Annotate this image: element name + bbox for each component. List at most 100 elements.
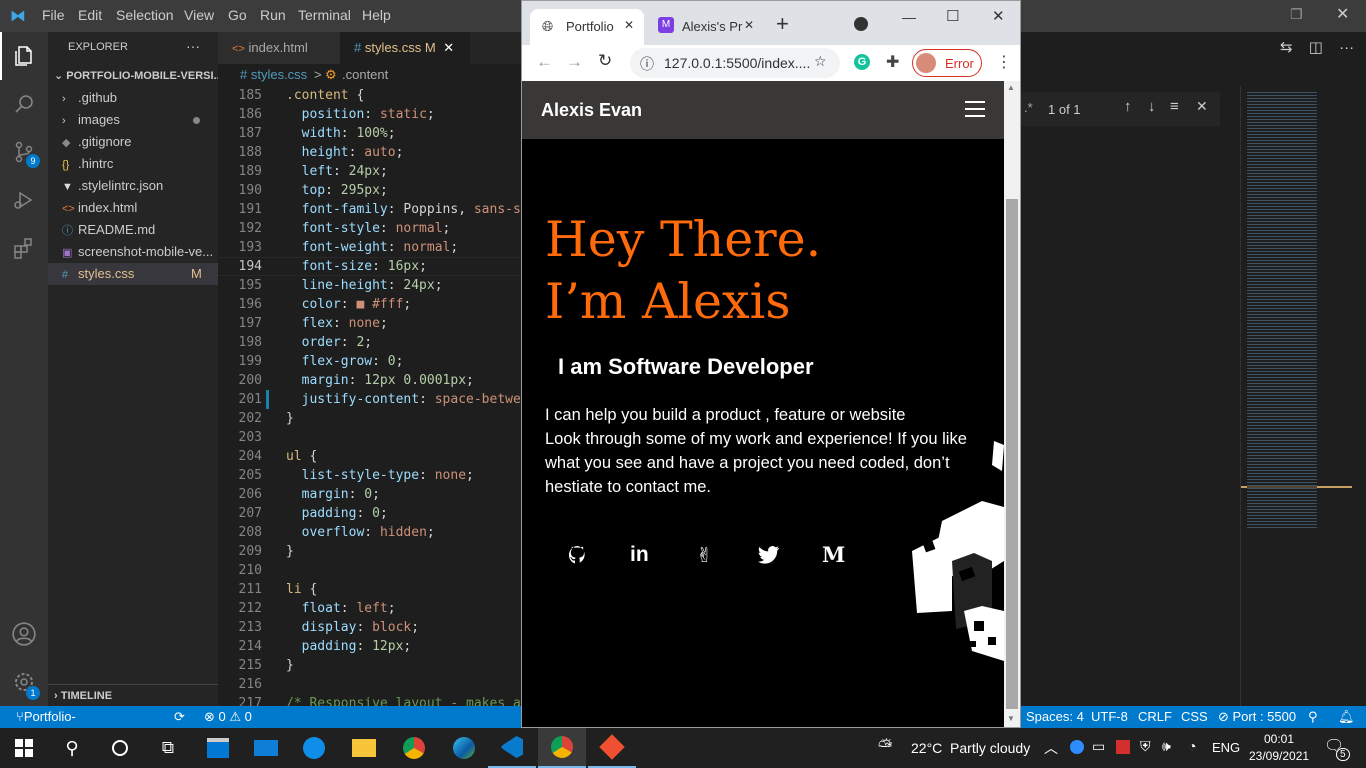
source-control-icon[interactable]: 9	[0, 128, 48, 176]
site-brand[interactable]: Alexis Evan	[541, 100, 642, 121]
explorer-icon[interactable]	[0, 32, 48, 80]
branch-indicator[interactable]: ⑂ Portfolio-development*	[16, 706, 103, 746]
previous-match-icon[interactable]: ↑	[1124, 98, 1132, 115]
maximize-icon[interactable]: ☐	[946, 7, 959, 25]
split-editor-icon[interactable]: ◫	[1309, 39, 1323, 56]
sync-icon[interactable]: ⟳	[174, 706, 185, 728]
start-windows-icon[interactable]	[0, 728, 48, 768]
file-item[interactable]: <> index.html	[48, 197, 218, 219]
menu-run[interactable]: Run	[260, 7, 286, 23]
run-debug-icon[interactable]	[0, 176, 48, 224]
chrome-icon[interactable]	[390, 728, 438, 768]
close-window-button[interactable]: ✕	[1336, 4, 1349, 24]
menu-terminal[interactable]: Terminal	[298, 7, 351, 23]
info-icon[interactable]: ⓘ	[640, 54, 654, 74]
tab-index-html[interactable]: <> index.html	[218, 32, 340, 64]
hamburger-menu-icon[interactable]	[965, 101, 985, 117]
breadcrumb-symbol[interactable]: .content	[342, 64, 388, 86]
cortana-icon[interactable]	[96, 728, 144, 768]
menu-edit[interactable]: Edit	[78, 7, 102, 23]
open-changes-icon[interactable]: ⇆	[1280, 39, 1293, 56]
store-icon[interactable]	[194, 728, 242, 768]
zoom-tray-icon[interactable]	[1070, 740, 1084, 754]
task-view-icon[interactable]: ⧉	[144, 728, 192, 768]
address-bar[interactable]: ⓘ 127.0.0.1:5500/index.... ☆	[630, 48, 840, 78]
minimize-icon[interactable]: —	[902, 9, 916, 25]
scroll-up-icon[interactable]: ▲	[1007, 83, 1015, 92]
menu-selection[interactable]: Selection	[116, 7, 174, 23]
code-editor[interactable]: 185 .content {186 position: static; 187 wi…	[218, 86, 529, 711]
close-tab-icon[interactable]: ✕	[744, 18, 754, 32]
profile-error-button[interactable]: Error	[912, 49, 982, 77]
weather-icon[interactable]: ⛅︎	[878, 736, 892, 757]
tab-search-icon[interactable]	[854, 17, 868, 31]
weather-text[interactable]: 22°C Partly cloudy	[911, 740, 1030, 756]
language-indicator[interactable]: CSS	[1181, 706, 1208, 728]
tab-portfolio[interactable]: 🌐︎ Portfolio ✕	[530, 9, 644, 45]
wifi-icon[interactable]: ◔	[1188, 738, 1196, 754]
scroll-down-icon[interactable]: ▼	[1007, 714, 1015, 723]
extensions-icon[interactable]	[0, 224, 48, 272]
close-find-icon[interactable]: ✕	[1196, 98, 1208, 115]
timeline-section[interactable]: › TIMELINE	[48, 684, 218, 706]
bookmark-star-icon[interactable]: ☆	[814, 53, 827, 70]
page-scrollbar[interactable]: ▲ ▼	[1004, 81, 1020, 727]
mail-icon[interactable]	[242, 728, 290, 768]
battery-icon[interactable]: ▭	[1092, 738, 1105, 755]
clock-date[interactable]: 23/09/2021	[1249, 749, 1309, 763]
antivirus-tray-icon[interactable]	[1116, 740, 1130, 754]
notifications-bell-icon[interactable]: 🔔︎	[1338, 706, 1355, 728]
file-item[interactable]: ▼ .stylelintrc.json	[48, 175, 218, 197]
live-server-port[interactable]: ⊘ Port : 5500	[1218, 706, 1296, 728]
feedback-icon[interactable]: ⚲	[1308, 706, 1318, 728]
linkedin-icon[interactable]: in	[630, 543, 649, 567]
file-item[interactable]: › images	[48, 109, 218, 131]
file-item[interactable]: ◆ .gitignore	[48, 131, 218, 153]
input-language[interactable]: ENG	[1212, 740, 1240, 755]
menu-go[interactable]: Go	[228, 7, 247, 23]
minimap[interactable]	[1240, 86, 1353, 706]
close-tab-icon[interactable]: ✕	[443, 40, 454, 55]
search-icon[interactable]	[0, 80, 48, 128]
vscode-taskbar-icon[interactable]	[488, 728, 536, 768]
problems-indicator[interactable]: ⊗ 0 ⚠ 0	[204, 706, 252, 728]
tray-chevron-icon[interactable]: ︿	[1044, 738, 1058, 758]
file-item[interactable]: ▣ screenshot-mobile-ve...	[48, 241, 218, 263]
menu-view[interactable]: View	[184, 7, 214, 23]
accounts-icon[interactable]	[0, 610, 48, 658]
tab-alexis-project[interactable]: M Alexis's Pr ✕	[648, 9, 764, 45]
more-actions-icon[interactable]: ···	[1339, 39, 1354, 56]
file-explorer-icon[interactable]	[340, 728, 388, 768]
forward-icon[interactable]: →	[566, 52, 583, 72]
manage-gear-icon[interactable]: 1	[0, 658, 48, 706]
security-shield-icon[interactable]: ⛨	[1140, 738, 1151, 755]
angellist-icon[interactable]: ✌︎	[696, 543, 713, 568]
edge-icon[interactable]	[440, 728, 488, 768]
teamviewer-icon[interactable]	[290, 728, 338, 768]
volume-icon[interactable]: 🕪︎	[1162, 738, 1171, 755]
file-item[interactable]: {} .hintrc	[48, 153, 218, 175]
search-icon[interactable]: ⚲	[48, 728, 96, 768]
chrome-menu-icon[interactable]: ⋮	[996, 52, 1012, 72]
back-icon[interactable]: ←	[536, 52, 553, 72]
reload-icon[interactable]: ↻	[598, 51, 612, 71]
next-match-icon[interactable]: ↓	[1148, 98, 1156, 115]
file-item[interactable]: › .github	[48, 87, 218, 109]
twitter-icon[interactable]	[758, 545, 780, 565]
new-tab-button[interactable]: +	[776, 11, 789, 37]
file-item[interactable]: ⓘ README.md	[48, 219, 218, 241]
menu-file[interactable]: File	[42, 7, 65, 23]
editor-scrollbar[interactable]	[1352, 86, 1366, 706]
menu-help[interactable]: Help	[362, 7, 391, 23]
breadcrumb-file[interactable]: # styles.css	[240, 64, 307, 86]
close-icon[interactable]: ✕	[992, 7, 1005, 25]
find-in-selection-icon[interactable]: ≡	[1170, 98, 1179, 115]
project-folder[interactable]: ⌄ PORTFOLIO-MOBILE-VERSI...	[48, 65, 218, 87]
github-icon[interactable]	[568, 545, 588, 565]
extensions-puzzle-icon[interactable]: ✚	[886, 52, 899, 72]
grammarly-icon[interactable]: G	[854, 54, 870, 70]
git-app-icon[interactable]	[588, 728, 636, 768]
eol-indicator[interactable]: CRLF	[1138, 706, 1172, 728]
restore-button[interactable]: ❐	[1290, 6, 1303, 23]
scroll-thumb[interactable]	[1006, 199, 1018, 709]
